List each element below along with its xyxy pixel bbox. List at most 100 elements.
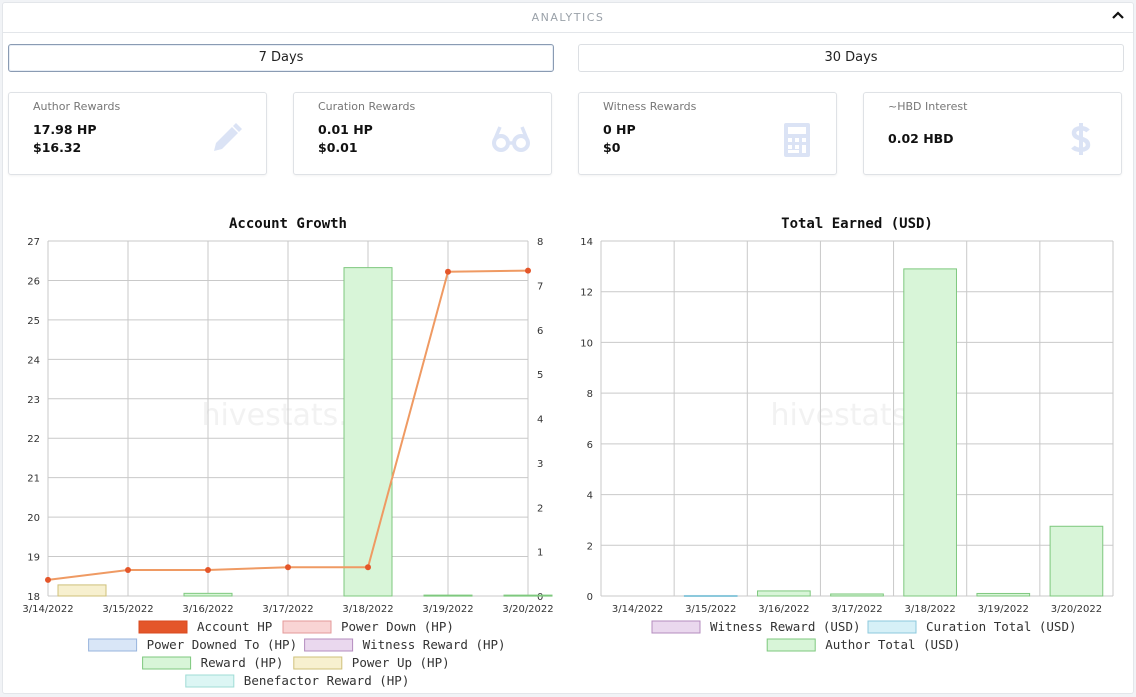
y2-tick-label: 6 (537, 326, 543, 337)
legend-label: Power Up (HP) (352, 655, 450, 670)
y-tick-label: 22 (27, 434, 40, 445)
y-tick-label: 6 (587, 440, 593, 451)
curation-rewards-card: Curation Rewards 0.01 HP $0.01 (293, 92, 552, 175)
x-tick-label: 3/16/2022 (182, 604, 233, 615)
legend-label: Power Downed To (HP) (147, 637, 298, 652)
bar (976, 592, 1031, 597)
bar (343, 267, 393, 597)
legend-swatch (185, 674, 235, 688)
legend-label: Account HP (197, 619, 272, 634)
legend-label: Power Down (HP) (341, 619, 454, 634)
chevron-up-icon[interactable] (1109, 7, 1127, 25)
legend-swatch (651, 620, 701, 634)
card-value-hbd: 0.02 HBD (888, 131, 954, 146)
y-tick-label: 12 (580, 288, 593, 299)
bar (423, 594, 473, 597)
y2-tick-label: 2 (537, 503, 543, 514)
x-tick-label: 3/14/2022 (22, 604, 73, 615)
analytics-panel: ANALYTICS 7 Days 30 Days Author Rewards … (2, 2, 1134, 694)
data-point (525, 267, 531, 274)
y-tick-label: 27 (27, 237, 40, 248)
legend-label: Benefactor Reward (HP) (244, 673, 410, 688)
legend-swatch (867, 620, 917, 634)
bar (183, 592, 233, 597)
x-tick-label: 3/18/2022 (342, 604, 393, 615)
pencil-icon (214, 123, 242, 151)
bar (683, 594, 738, 597)
bar (503, 594, 553, 597)
card-label: Witness Rewards (603, 100, 697, 113)
bar (757, 590, 811, 597)
y2-tick-label: 8 (537, 237, 543, 248)
bar (830, 593, 884, 597)
total-earned-chart: Total Earned (USD)hivestats.io1412108642… (580, 216, 1114, 652)
tab-7-days[interactable]: 7 Days (8, 44, 554, 72)
x-tick-label: 3/16/2022 (758, 604, 809, 615)
y-tick-label: 0 (587, 592, 593, 603)
panel-header: ANALYTICS (3, 3, 1133, 33)
y-tick-label: 10 (580, 338, 593, 349)
witness-rewards-card: Witness Rewards 0 HP $0 (578, 92, 837, 175)
y-tick-label: 4 (587, 491, 593, 502)
y2-tick-label: 1 (537, 548, 543, 559)
panel-title: ANALYTICS (531, 11, 605, 24)
bar (903, 268, 957, 597)
data-point (45, 576, 51, 583)
y-tick-label: 23 (27, 395, 40, 406)
data-point (445, 268, 451, 275)
x-tick-label: 3/15/2022 (102, 604, 153, 615)
data-point (125, 566, 131, 573)
card-label: Curation Rewards (318, 100, 416, 113)
card-value-hp: 0.01 HP (318, 122, 373, 137)
x-tick-label: 3/17/2022 (831, 604, 882, 615)
legend-swatch (142, 656, 192, 670)
legend-label: Witness Reward (HP) (363, 637, 506, 652)
card-value-usd: $0 (603, 140, 621, 155)
y-tick-label: 2 (587, 541, 593, 552)
y2-tick-label: 7 (537, 281, 543, 292)
card-value-hp: 17.98 HP (33, 122, 97, 137)
card-value-usd: $0.01 (318, 140, 358, 155)
hbd-interest-card: ~HBD Interest 0.02 HBD (863, 92, 1122, 175)
x-tick-label: 3/17/2022 (262, 604, 313, 615)
x-tick-label: 3/20/2022 (502, 604, 553, 615)
y2-tick-label: 3 (537, 459, 543, 470)
card-value-usd: $16.32 (33, 140, 82, 155)
y-tick-label: 20 (27, 513, 40, 524)
bar (57, 584, 107, 597)
legend-label: Curation Total (USD) (926, 619, 1077, 634)
card-value-hp: 0 HP (603, 122, 636, 137)
y-tick-label: 21 (27, 474, 40, 485)
data-point (365, 564, 371, 571)
x-tick-label: 3/14/2022 (612, 604, 663, 615)
legend-swatch (304, 638, 354, 652)
author-rewards-card: Author Rewards 17.98 HP $16.32 (8, 92, 267, 175)
x-tick-label: 3/19/2022 (422, 604, 473, 615)
legend-label: Author Total (USD) (825, 637, 960, 652)
x-tick-label: 3/19/2022 (978, 604, 1029, 615)
tab-30-days[interactable]: 30 Days (578, 44, 1124, 72)
y-tick-label: 25 (27, 316, 40, 327)
y-tick-label: 19 (27, 553, 40, 564)
legend-swatch (766, 638, 816, 652)
x-tick-label: 3/18/2022 (905, 604, 956, 615)
chart-title: Total Earned (USD) (781, 216, 933, 232)
card-label: Author Rewards (33, 100, 121, 113)
data-point (285, 564, 291, 571)
y-tick-label: 18 (27, 592, 40, 603)
legend-swatch (293, 656, 343, 670)
legend-label: Witness Reward (USD) (710, 619, 861, 634)
legend-swatch (138, 620, 188, 634)
legend-swatch (88, 638, 138, 652)
card-label: ~HBD Interest (888, 100, 968, 113)
y-tick-label: 26 (27, 276, 40, 287)
data-point (205, 566, 211, 573)
x-tick-label: 3/20/2022 (1051, 604, 1102, 615)
y-tick-label: 24 (27, 355, 40, 366)
dollar-icon (1071, 123, 1091, 155)
account-growth-chart: Account Growthhivestats.io27262524232221… (22, 216, 553, 688)
glasses-icon (492, 126, 530, 152)
chart-title: Account Growth (229, 216, 347, 232)
bar (1049, 525, 1104, 597)
y2-tick-label: 4 (537, 415, 543, 426)
